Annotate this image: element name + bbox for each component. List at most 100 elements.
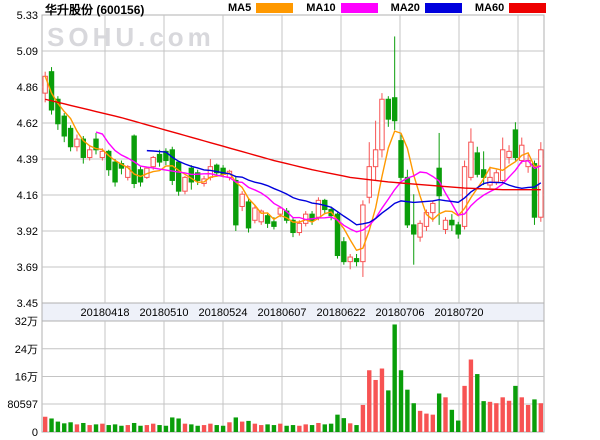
volume-bar xyxy=(157,425,161,432)
volume-bar xyxy=(494,403,498,432)
candle-body xyxy=(151,157,155,166)
volume-bar xyxy=(316,423,320,432)
candle-body xyxy=(234,180,238,224)
legend-label-ma20: MA20 xyxy=(391,2,420,14)
candle-body xyxy=(183,177,187,191)
volume-bar xyxy=(56,422,60,432)
volume-bar xyxy=(221,426,225,432)
volume-bar xyxy=(513,386,517,432)
volume-bar xyxy=(43,417,47,432)
volume-bar xyxy=(265,424,269,432)
volume-bar xyxy=(126,425,130,432)
candle-body xyxy=(513,130,517,158)
volume-bar xyxy=(253,424,257,432)
volume-bar xyxy=(81,423,85,432)
volume-bar xyxy=(329,424,333,432)
volume-bar xyxy=(291,425,295,432)
candle-body xyxy=(157,154,161,162)
candle-body xyxy=(272,222,276,227)
ma5-color-swatch xyxy=(256,3,293,13)
price-tick-label: 5.09 xyxy=(17,46,38,58)
candle-body xyxy=(68,128,72,146)
volume-bar xyxy=(119,426,123,432)
price-tick-label: 4.86 xyxy=(17,82,38,94)
volume-bar xyxy=(62,423,66,432)
volume-bar xyxy=(189,424,193,432)
volume-bar xyxy=(234,417,238,432)
date-label: 20180524 xyxy=(199,307,248,319)
legend-item-ma60: MA60 xyxy=(475,2,546,14)
volume-bar xyxy=(380,369,384,432)
price-tick-label: 4.62 xyxy=(17,118,38,130)
volume-bar xyxy=(138,426,142,432)
volume-bar xyxy=(272,425,276,432)
volume-bar xyxy=(532,399,536,432)
candle-body xyxy=(380,99,384,150)
volume-bar xyxy=(145,425,149,432)
candle-body xyxy=(253,208,257,220)
volume-bar xyxy=(195,426,199,432)
volume-bar xyxy=(405,390,409,432)
volume-bar xyxy=(304,424,308,432)
kline-chart: 5.335.094.864.624.394.163.923.693.4532万2… xyxy=(0,0,600,440)
volume-bar xyxy=(94,424,98,432)
volume-bar xyxy=(278,424,282,432)
legend-label-ma10: MA10 xyxy=(306,2,335,14)
candle-body xyxy=(278,208,282,214)
candle-body xyxy=(316,200,320,217)
volume-bar xyxy=(113,424,117,432)
volume-bar xyxy=(539,403,543,432)
volume-bar xyxy=(310,425,314,432)
volume-bar xyxy=(100,424,104,432)
candle-body xyxy=(475,153,479,174)
date-label: 20180607 xyxy=(258,307,307,319)
ma60-color-swatch xyxy=(509,3,546,13)
volume-bar xyxy=(208,424,212,432)
volume-bar xyxy=(481,401,485,432)
volume-bar xyxy=(354,425,358,432)
candle-body xyxy=(373,150,377,167)
ma20-color-swatch xyxy=(425,3,462,13)
volume-bar xyxy=(323,424,327,432)
volume-bar xyxy=(392,324,396,432)
volume-bar xyxy=(399,370,403,432)
candle-body xyxy=(412,225,416,234)
candle-body xyxy=(443,220,447,229)
candle-body xyxy=(469,142,473,177)
candle-body xyxy=(246,202,250,228)
candle-body xyxy=(87,150,91,158)
volume-bar xyxy=(507,401,511,432)
date-label: 20180622 xyxy=(317,307,366,319)
volume-bar xyxy=(246,421,250,432)
volume-bar xyxy=(87,425,91,432)
ma-legend: MA5 MA10 MA20 MA60 xyxy=(228,2,546,14)
date-label: 20180706 xyxy=(376,307,425,319)
volume-bar xyxy=(132,423,136,432)
volume-bar xyxy=(151,424,155,432)
price-tick-label: 3.69 xyxy=(17,262,38,274)
price-tick-label: 3.45 xyxy=(17,298,38,310)
volume-bar xyxy=(443,397,447,432)
candle-body xyxy=(208,167,212,178)
candle-body xyxy=(367,167,371,198)
candle-body xyxy=(361,205,365,262)
price-tick-label: 4.39 xyxy=(17,154,38,166)
candle-body xyxy=(265,216,269,224)
volume-bar xyxy=(240,422,244,432)
volume-bar xyxy=(297,426,301,432)
candle-body xyxy=(456,225,460,234)
volume-bar xyxy=(342,418,346,432)
candle-body xyxy=(100,151,104,157)
volume-bar xyxy=(418,411,422,432)
volume-bar xyxy=(469,360,473,432)
volume-tick-label: 80597 xyxy=(7,399,38,411)
date-label: 20180418 xyxy=(81,307,130,319)
volume-bar xyxy=(170,417,174,432)
price-tick-label: 4.16 xyxy=(17,190,38,202)
candle-body xyxy=(342,242,346,262)
legend-item-ma10: MA10 xyxy=(306,2,377,14)
candle-body xyxy=(240,194,244,206)
volume-tick-label: 16万 xyxy=(15,372,38,384)
volume-bar xyxy=(424,414,428,432)
candle-body xyxy=(348,257,352,262)
